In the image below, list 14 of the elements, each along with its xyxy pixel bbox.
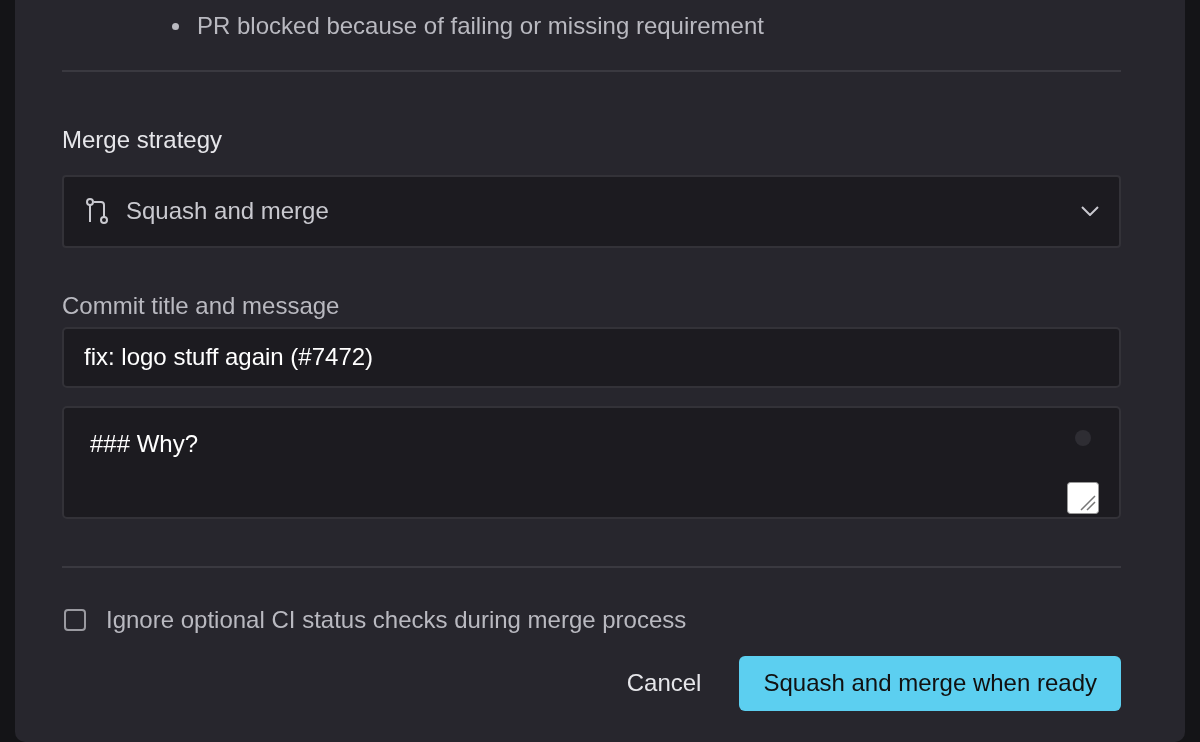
merge-icon	[84, 197, 110, 226]
commit-message-field[interactable]: ### Why?	[62, 405, 1121, 519]
commit-title-field[interactable]: fix: logo stuff again (#7472)	[62, 326, 1121, 388]
merge-button[interactable]: Squash and merge when ready	[739, 656, 1121, 712]
resize-handle-icon[interactable]	[1067, 481, 1099, 514]
merge-strategy-dropdown[interactable]: Squash and merge	[62, 174, 1121, 248]
checkbox[interactable]	[64, 609, 86, 631]
checkbox-label: Ignore optional CI status checks during merge process	[106, 605, 687, 635]
field-label: Merge strategy	[62, 126, 223, 155]
chevron-down-icon	[1081, 206, 1099, 217]
bullet-icon	[172, 22, 179, 30]
requirement-text: PR blocked because of failing or missing requirement	[197, 11, 764, 41]
field-label: Commit title and message	[62, 291, 340, 321]
cancel-button[interactable]: Cancel	[606, 659, 722, 709]
